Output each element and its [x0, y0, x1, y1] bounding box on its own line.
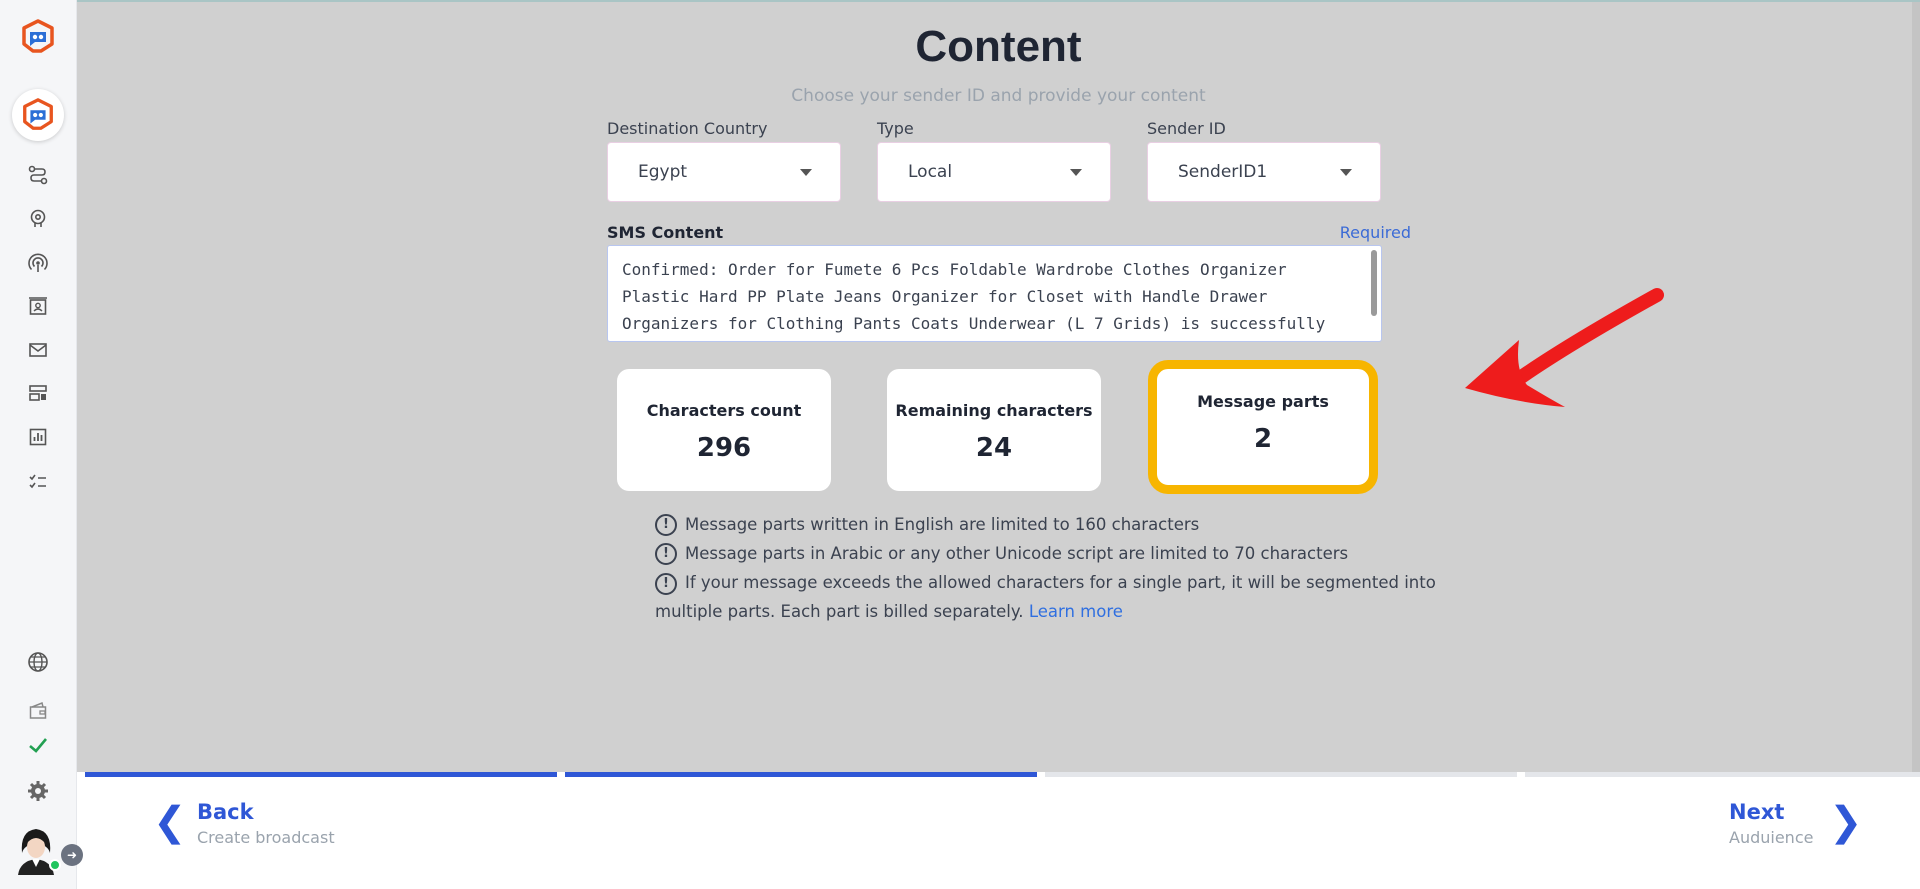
progress-step-4 — [1525, 772, 1920, 777]
page-scrollbar[interactable] — [1912, 2, 1920, 774]
remaining-characters-label: Remaining characters — [895, 401, 1093, 420]
sidebar: ➜ — [0, 0, 83, 889]
required-indicator: Required — [1339, 223, 1411, 242]
next-button[interactable]: Next Auduience — [1729, 800, 1813, 847]
note-line: ! If your message exceeds the allowed cha… — [655, 568, 1445, 626]
characters-count-label: Characters count — [646, 401, 802, 420]
logo-icon[interactable] — [19, 18, 57, 56]
page-subtitle: Choose your sender ID and provide your c… — [791, 86, 1206, 106]
reports-icon[interactable] — [26, 425, 50, 449]
progress-step-3 — [1045, 772, 1517, 777]
message-notes: ! Message parts written in English are l… — [655, 510, 1445, 626]
sms-content-textarea[interactable]: Confirmed: Order for Fumete 6 Pcs Foldab… — [607, 245, 1382, 342]
logout-arrow-icon[interactable]: ➜ — [61, 844, 83, 866]
annotation-arrow-icon — [1465, 288, 1664, 407]
note-line: ! Message parts written in English are l… — [655, 510, 1445, 539]
country-value: Egypt — [638, 162, 688, 182]
message-parts-label: Message parts — [1197, 392, 1329, 411]
sender-value: SenderID1 — [1178, 162, 1268, 182]
page-title: Content — [915, 22, 1082, 71]
mail-icon[interactable] — [26, 338, 50, 362]
chevron-right-icon[interactable]: ❯ — [1829, 799, 1863, 845]
chevron-down-icon — [800, 169, 812, 176]
type-select[interactable]: Local — [877, 142, 1111, 202]
tasks-icon[interactable] — [26, 470, 50, 494]
learn-more-link[interactable]: Learn more — [1029, 602, 1123, 621]
type-label: Type — [877, 119, 914, 138]
characters-count-card: Characters count 296 — [617, 369, 831, 491]
online-status-dot — [49, 859, 61, 871]
brain-icon[interactable] — [26, 206, 50, 230]
main-panel: Content Choose your sender ID and provid… — [77, 0, 1920, 774]
sender-select[interactable]: SenderID1 — [1147, 142, 1381, 202]
characters-count-value: 296 — [696, 433, 752, 463]
chevron-down-icon — [1340, 169, 1352, 176]
sms-content-text: Confirmed: Order for Fumete 6 Pcs Foldab… — [622, 260, 1326, 333]
workspace-avatar[interactable] — [12, 89, 64, 141]
wallet-icon[interactable] — [26, 699, 50, 723]
next-sublabel: Auduience — [1729, 828, 1814, 847]
contacts-icon[interactable] — [26, 295, 50, 319]
sms-content-label: SMS Content — [607, 223, 724, 242]
check-icon[interactable] — [26, 733, 50, 757]
chevron-left-icon[interactable]: ❮ — [153, 799, 187, 845]
message-parts-card: Message parts 2 — [1148, 360, 1378, 494]
note-line: ! Message parts in Arabic or any other U… — [655, 539, 1445, 568]
back-sublabel: Create broadcast — [197, 828, 335, 847]
broadcast-icon[interactable] — [26, 251, 50, 275]
progress-step-1 — [85, 772, 557, 777]
remaining-characters-value: 24 — [975, 433, 1013, 463]
type-value: Local — [908, 162, 953, 182]
globe-icon[interactable] — [26, 650, 50, 674]
remaining-characters-card: Remaining characters 24 — [887, 369, 1101, 491]
back-label: Back — [197, 800, 254, 824]
info-icon: ! — [655, 542, 677, 565]
note-text: Message parts written in English are lim… — [685, 515, 1200, 534]
back-button[interactable]: Back Create broadcast — [197, 800, 335, 847]
next-label: Next — [1729, 800, 1785, 824]
sender-label: Sender ID — [1147, 119, 1226, 138]
country-label: Destination Country — [607, 119, 768, 138]
message-parts-value: 2 — [1253, 424, 1273, 454]
chevron-down-icon — [1070, 169, 1082, 176]
gear-icon[interactable] — [26, 779, 50, 803]
note-text: Message parts in Arabic or any other Uni… — [685, 544, 1349, 563]
info-icon: ! — [655, 513, 677, 536]
info-icon: ! — [655, 572, 677, 595]
templates-icon[interactable] — [26, 381, 50, 405]
textarea-scrollbar[interactable] — [1371, 250, 1377, 316]
progress-step-2 — [565, 772, 1037, 777]
country-select[interactable]: Egypt — [607, 142, 841, 202]
route-icon[interactable] — [26, 163, 50, 187]
